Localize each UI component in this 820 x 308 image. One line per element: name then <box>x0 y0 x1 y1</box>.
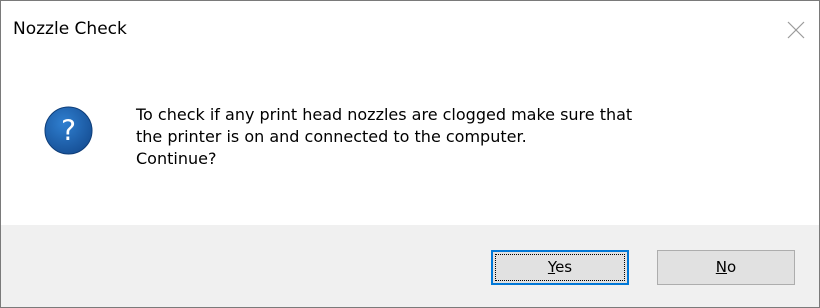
button-bar: Yes No <box>1 225 819 307</box>
dialog-content: ? To check if any print head nozzles are… <box>1 63 819 225</box>
message-line-1: To check if any print head nozzles are c… <box>136 105 633 124</box>
close-button[interactable] <box>773 1 819 61</box>
no-label-rest: o <box>727 258 737 276</box>
svg-text:?: ? <box>61 114 76 147</box>
message-line-3: Continue? <box>136 149 217 168</box>
message-line-2: the printer is on and connected to the c… <box>136 127 527 146</box>
close-icon <box>787 21 805 39</box>
nozzle-check-dialog: Nozzle Check ? To check if any print hea… <box>0 0 820 308</box>
dialog-title: Nozzle Check <box>13 19 127 39</box>
question-icon: ? <box>44 106 93 155</box>
yes-button[interactable]: Yes <box>491 250 629 285</box>
no-button[interactable]: No <box>657 250 795 285</box>
dialog-message: To check if any print head nozzles are c… <box>136 104 632 170</box>
title-bar[interactable]: Nozzle Check <box>1 1 819 63</box>
no-mnemonic: N <box>715 258 728 276</box>
focus-rectangle <box>495 254 625 281</box>
